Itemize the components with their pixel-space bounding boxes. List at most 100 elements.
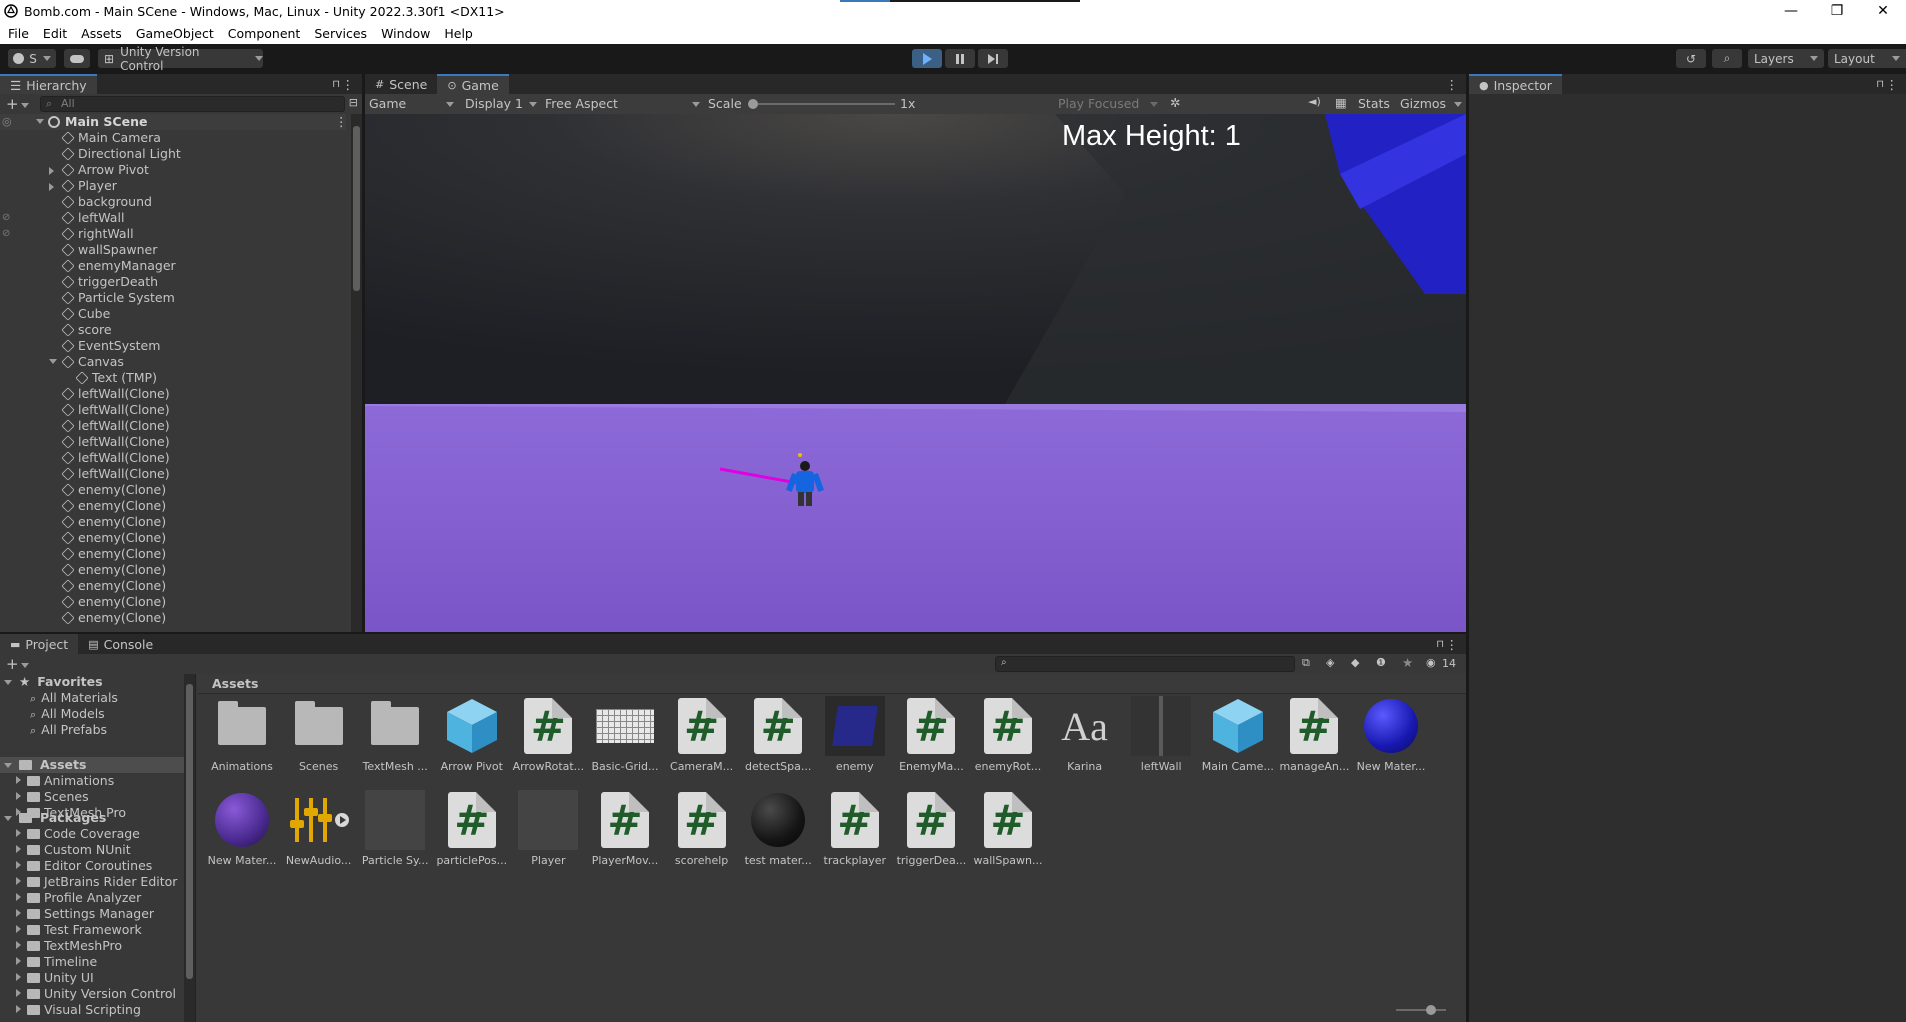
hierarchy-item[interactable]: enemy(Clone): [0, 562, 346, 578]
hierarchy-item[interactable]: score: [0, 322, 346, 338]
chevron-right-icon[interactable]: [49, 167, 54, 175]
asset-item[interactable]: # detectSpa...: [740, 696, 816, 773]
chevron-right-icon[interactable]: [16, 973, 21, 981]
menu-component[interactable]: Component: [228, 26, 301, 41]
history-button[interactable]: ↺: [1676, 49, 1706, 68]
folder-item[interactable]: Unity Version Control: [16, 986, 176, 1002]
hierarchy-item[interactable]: leftWall(Clone): [0, 402, 346, 418]
favorite-star-icon[interactable]: ★: [1402, 655, 1413, 670]
close-button[interactable]: ✕: [1860, 0, 1906, 22]
hierarchy-item[interactable]: leftWall(Clone): [0, 450, 346, 466]
game-view[interactable]: Max Height: 1: [365, 114, 1466, 632]
menu-file[interactable]: File: [8, 26, 29, 41]
chevron-right-icon[interactable]: [16, 925, 21, 933]
menu-help[interactable]: Help: [444, 26, 473, 41]
layout-dropdown[interactable]: Layout: [1828, 49, 1906, 68]
scale-slider[interactable]: [748, 99, 895, 109]
asset-item[interactable]: TextMesh ...: [357, 696, 433, 773]
hierarchy-item[interactable]: enemy(Clone): [0, 482, 346, 498]
asset-item[interactable]: Scenes: [281, 696, 357, 773]
folder-item[interactable]: Visual Scripting: [16, 1002, 141, 1018]
asset-item[interactable]: Basic-Grid...: [587, 696, 663, 773]
tag-icon[interactable]: ◆: [1351, 656, 1359, 669]
hierarchy-item[interactable]: ⊘ rightWall: [0, 226, 346, 242]
hierarchy-item[interactable]: Directional Light: [0, 146, 346, 162]
more-icon[interactable]: ⋮: [1886, 77, 1899, 92]
chevron-right-icon[interactable]: [49, 183, 54, 191]
folder-item[interactable]: TextMeshPro: [16, 938, 122, 954]
hidden-eye-icon[interactable]: ⊘: [2, 210, 10, 226]
hierarchy-item[interactable]: leftWall(Clone): [0, 434, 346, 450]
hierarchy-item[interactable]: Main Camera: [0, 130, 346, 146]
hidden-packages-icon[interactable]: ◉: [1426, 656, 1436, 669]
folder-item[interactable]: Animations: [16, 773, 114, 789]
hierarchy-item[interactable]: enemy(Clone): [0, 610, 346, 626]
scrollbar-thumb[interactable]: [353, 126, 360, 291]
lock-icon[interactable]: ⊓: [1876, 79, 1884, 90]
play-focused-dropdown[interactable]: Play Focused: [1058, 96, 1158, 111]
folder-item[interactable]: Timeline: [16, 954, 97, 970]
hierarchy-item[interactable]: leftWall(Clone): [0, 418, 346, 434]
lock-icon[interactable]: ⊓: [1436, 639, 1444, 650]
asset-item[interactable]: Animations: [204, 696, 280, 773]
more-icon[interactable]: ⋮: [1446, 77, 1459, 92]
search-by-type-icon[interactable]: ⧉: [1302, 656, 1310, 670]
folder-item[interactable]: Editor Coroutines: [16, 858, 152, 874]
more-icon[interactable]: ⋮: [1446, 637, 1459, 652]
favorites-row[interactable]: ★ Favorites: [4, 674, 103, 690]
play-button[interactable]: [912, 49, 942, 68]
folder-item[interactable]: Custom NUnit: [16, 842, 131, 858]
hierarchy-item[interactable]: triggerDeath: [0, 274, 346, 290]
hierarchy-item[interactable]: Arrow Pivot: [0, 162, 346, 178]
chevron-right-icon[interactable]: [16, 861, 21, 869]
pause-button[interactable]: [945, 49, 975, 68]
hierarchy-item[interactable]: wallSpawner: [0, 242, 346, 258]
account-dropdown[interactable]: S: [8, 49, 56, 68]
hierarchy-item[interactable]: Particle System: [0, 290, 346, 306]
scene-row[interactable]: ◎ Main SCene ⋮: [0, 114, 348, 130]
asset-item[interactable]: # wallSpawn...: [970, 790, 1046, 867]
asset-item[interactable]: # PlayerMov...: [587, 790, 663, 867]
hierarchy-item[interactable]: enemy(Clone): [0, 514, 346, 530]
asset-item[interactable]: Main Came...: [1200, 696, 1276, 773]
display-dropdown[interactable]: Display 1: [465, 96, 537, 111]
asset-item[interactable]: test mater...: [740, 790, 816, 867]
cloud-button[interactable]: [64, 49, 90, 68]
lock-icon[interactable]: ⊓: [332, 79, 340, 90]
folder-item[interactable]: Profile Analyzer: [16, 890, 141, 906]
asset-item[interactable]: # scorehelp: [664, 790, 740, 867]
packages-row[interactable]: Packages: [4, 810, 106, 826]
saved-search-item[interactable]: ⌕ All Materials: [30, 690, 118, 706]
search-button[interactable]: ⌕: [1712, 49, 1742, 68]
menu-services[interactable]: Services: [314, 26, 367, 41]
hierarchy-item[interactable]: EventSystem: [0, 338, 346, 354]
stats-button[interactable]: Stats: [1358, 96, 1390, 111]
chevron-right-icon[interactable]: [16, 792, 21, 800]
chevron-right-icon[interactable]: [16, 941, 21, 949]
folder-item[interactable]: Unity UI: [16, 970, 94, 986]
tab-scene[interactable]: # Scene: [365, 74, 437, 94]
bug-icon[interactable]: ✲: [1170, 95, 1180, 110]
asset-item[interactable]: # trackplayer: [817, 790, 893, 867]
hierarchy-item[interactable]: enemy(Clone): [0, 594, 346, 610]
hierarchy-item[interactable]: Text (TMP): [0, 370, 346, 386]
tab-hierarchy[interactable]: ☰ Hierarchy: [0, 74, 97, 94]
asset-item[interactable]: Aa Karina: [1047, 696, 1123, 774]
scale-slider-thumb[interactable]: [748, 99, 758, 109]
chevron-right-icon[interactable]: [16, 957, 21, 965]
tab-console[interactable]: ▤ Console: [78, 634, 163, 654]
hierarchy-item[interactable]: enemy(Clone): [0, 546, 346, 562]
hierarchy-item[interactable]: enemy(Clone): [0, 530, 346, 546]
gizmos-dropdown[interactable]: Gizmos: [1400, 96, 1462, 111]
folder-item[interactable]: Test Framework: [16, 922, 142, 938]
hierarchy-item[interactable]: enemyManager: [0, 258, 346, 274]
hierarchy-search-input[interactable]: ⌕ All: [40, 96, 345, 112]
chevron-right-icon[interactable]: [16, 989, 21, 997]
menu-assets[interactable]: Assets: [81, 26, 122, 41]
more-icon[interactable]: ⋮: [335, 114, 348, 130]
menu-window[interactable]: Window: [381, 26, 430, 41]
chevron-right-icon[interactable]: [16, 1005, 21, 1013]
asset-item[interactable]: # particlePos...: [434, 790, 510, 867]
chevron-right-icon[interactable]: [16, 909, 21, 917]
saved-search-item[interactable]: ⌕ All Models: [30, 706, 105, 722]
